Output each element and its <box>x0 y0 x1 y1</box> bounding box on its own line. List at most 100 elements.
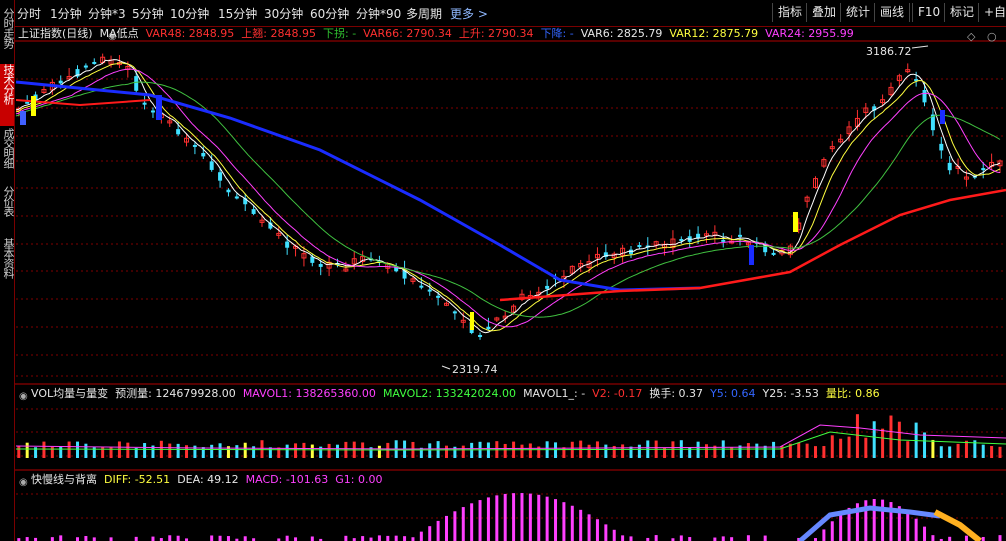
candle-body <box>738 234 743 237</box>
volume-bar <box>637 444 641 458</box>
macd-bar <box>981 536 985 541</box>
price-chart[interactable]: 3186.722319.74◇ ○◉◉◉ <box>0 0 1006 541</box>
candle-body <box>427 289 432 292</box>
macd-legend-item[interactable]: 快慢线与背离 <box>31 473 97 487</box>
macd-bar <box>554 499 558 541</box>
main-legend-item: VAR12: 2875.79 <box>669 27 759 40</box>
macd-bar <box>285 535 289 541</box>
period-tab-0[interactable]: 分时 <box>17 5 41 22</box>
toolbar-button-3[interactable]: 画线 <box>874 3 911 22</box>
vol-legend-item: V2: -0.17 <box>592 387 643 400</box>
macd-bar <box>948 536 952 541</box>
volume-bar <box>185 445 189 458</box>
volume-bar <box>696 441 700 458</box>
candle-body <box>947 162 952 171</box>
period-tab-7[interactable]: 60分钟 <box>310 5 349 22</box>
candle-body <box>234 196 239 199</box>
period-tab-9[interactable]: 多周期 <box>406 5 442 22</box>
main-legend-item: 上翘: 2848.95 <box>241 27 316 40</box>
macd-bar <box>445 515 448 541</box>
volume-bar <box>17 445 21 458</box>
candle-body <box>226 189 231 193</box>
macd-bar <box>394 535 398 541</box>
macd-bar <box>604 524 608 541</box>
volume-bar <box>990 446 994 458</box>
period-tab-1[interactable]: 1分钟 <box>50 5 82 22</box>
macd-bar <box>503 493 507 541</box>
volume-bar <box>143 443 147 458</box>
toolbar-button-6[interactable]: +自选 <box>978 3 1006 22</box>
main-legend-item: VAR24: 2955.99 <box>765 27 854 40</box>
candle-body <box>209 161 214 170</box>
volume-bar <box>327 443 331 458</box>
macd-bar <box>713 537 717 541</box>
period-tab-2[interactable]: 分钟*3 <box>88 5 126 22</box>
candle-body <box>134 76 139 91</box>
volume-bar <box>772 441 776 458</box>
toolbar-button-0[interactable]: 指标 <box>772 3 809 22</box>
macd-bar <box>478 500 482 541</box>
macd-bar <box>134 536 138 541</box>
volume-bar <box>906 441 910 458</box>
macd-bar <box>520 493 524 541</box>
macd-bar <box>654 535 658 541</box>
side-tab-1[interactable]: 技术分析 <box>0 64 14 126</box>
volume-bar <box>948 446 952 458</box>
toolbar-button-2[interactable]: 统计 <box>840 3 877 22</box>
volume-bar <box>688 447 692 458</box>
volume-bar <box>109 446 113 458</box>
macd-bar <box>369 537 373 541</box>
period-tab-8[interactable]: 分钟*90 <box>356 5 401 22</box>
macd-bar <box>570 505 574 541</box>
macd-bar <box>512 493 516 541</box>
period-tab-6[interactable]: 30分钟 <box>264 5 303 22</box>
side-tab-3[interactable]: 分价表 <box>0 186 14 236</box>
volume-bar <box>562 447 566 458</box>
volume-bar <box>42 441 46 458</box>
candle-body <box>92 61 97 64</box>
macd-bar <box>25 537 29 541</box>
period-tab-3[interactable]: 5分钟 <box>132 5 164 22</box>
volume-bar <box>377 445 381 458</box>
macd-bar <box>839 514 843 541</box>
toolbar-button-4[interactable]: F10 <box>912 3 947 22</box>
vol-legend-item[interactable]: VOL均量与量变 <box>31 387 108 401</box>
period-tab-10[interactable]: 更多 > <box>450 5 488 22</box>
period-tab-4[interactable]: 10分钟 <box>170 5 209 22</box>
macd-bar <box>226 536 230 541</box>
volume-bar <box>998 446 1002 458</box>
volume-bar <box>67 441 71 458</box>
macd-bar <box>964 535 968 541</box>
macd-bar <box>629 536 633 541</box>
macd-bar <box>84 536 88 541</box>
macd-bar <box>763 535 767 541</box>
macd-bar <box>688 537 692 541</box>
candle-body <box>478 334 483 337</box>
period-tab-5[interactable]: 15分钟 <box>218 5 257 22</box>
volume-bar <box>814 446 817 458</box>
macd-bar <box>50 537 54 541</box>
macd-bar <box>419 531 423 541</box>
macd-bar <box>612 529 616 541</box>
macd-bar <box>403 536 407 541</box>
macd-diff-band <box>798 505 941 541</box>
main-legend-item[interactable]: 上证指数(日线) <box>18 27 93 41</box>
macd-bar <box>92 537 96 541</box>
side-tab-4[interactable]: 基本资料 <box>0 238 14 290</box>
candle-body <box>922 90 927 103</box>
volume-bar <box>218 443 222 458</box>
macd-bar <box>746 535 750 541</box>
toolbar-button-1[interactable]: 叠加 <box>806 3 843 22</box>
macd-bar <box>59 535 63 541</box>
volume-bar <box>176 443 180 458</box>
toolbar-button-5[interactable]: 标记 <box>944 3 981 22</box>
side-tab-0[interactable]: 分时走势 <box>0 8 14 56</box>
candle-body <box>436 295 441 298</box>
side-tab-2[interactable]: 成交明细 <box>0 128 14 184</box>
main-legend-item: 下降: - <box>540 27 574 40</box>
volume-bar <box>294 443 298 458</box>
volume-bar <box>872 421 876 458</box>
collapse-icon: ○ <box>987 30 997 43</box>
macd-bar <box>294 537 298 541</box>
candle-body <box>318 264 323 267</box>
